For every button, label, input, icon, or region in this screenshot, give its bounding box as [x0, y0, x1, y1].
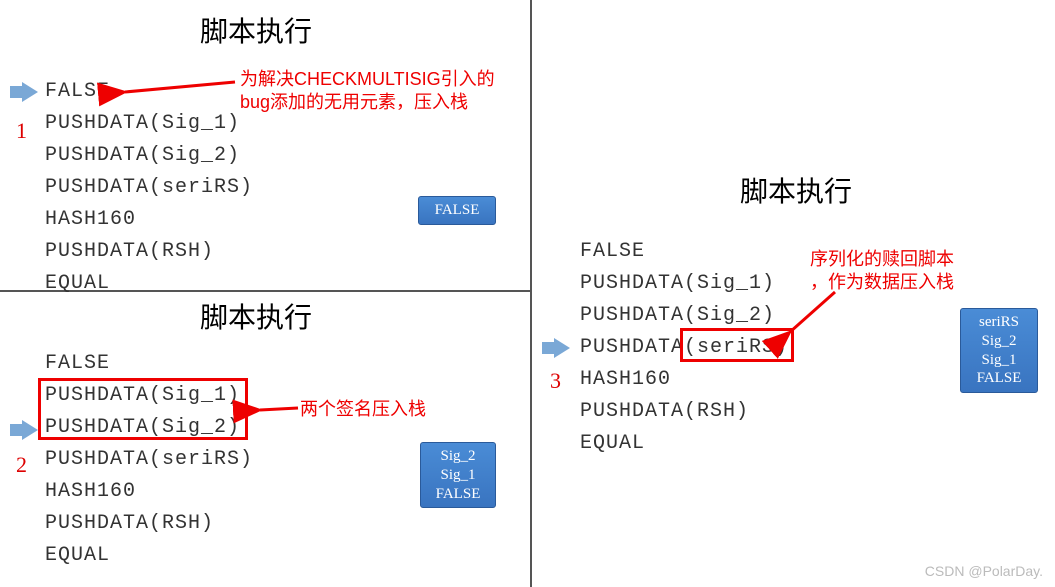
p1-line-equal: EQUAL [45, 272, 110, 295]
step-number-1: 1 [16, 118, 27, 144]
panel2-title: 脚本执行 [200, 296, 312, 336]
p3-line-sig2: PUSHDATA(Sig_2) [580, 304, 775, 327]
vertical-divider [530, 0, 532, 587]
p1-line-serirs: PUSHDATA(seriRS) [45, 176, 253, 199]
stack-1: FALSE [418, 196, 496, 225]
stack-3-item-0: seriRS [969, 313, 1029, 332]
p1-line-rsh: PUSHDATA(RSH) [45, 240, 214, 263]
p3-line-false: FALSE [580, 240, 645, 263]
p1-line-hash160: HASH160 [45, 208, 136, 231]
stack-2: Sig_2 Sig_1 FALSE [420, 442, 496, 508]
watermark: CSDN @PolarDay. [925, 563, 1043, 579]
stack-2-item-1: Sig_1 [429, 466, 487, 485]
redbox-3 [680, 328, 794, 362]
p1-line-sig1: PUSHDATA(Sig_1) [45, 112, 240, 135]
p2-line-serirs: PUSHDATA(seriRS) [45, 448, 253, 471]
arrow-2 [250, 398, 300, 418]
step-number-3: 3 [550, 368, 561, 394]
annotation-1-line2: bug添加的无用元素，压入栈 [240, 92, 468, 112]
p2-line-false: FALSE [45, 352, 110, 375]
p3-line-equal: EQUAL [580, 432, 645, 455]
p2-line-hash160: HASH160 [45, 480, 136, 503]
diagram-page: 脚本执行 1 FALSE PUSHDATA(Sig_1) PUSHDATA(Si… [0, 0, 1055, 587]
stack-3-item-1: Sig_2 [969, 332, 1029, 351]
panel3-title: 脚本执行 [740, 170, 852, 210]
panel1-title: 脚本执行 [200, 10, 312, 50]
p3-line-rsh: PUSHDATA(RSH) [580, 400, 749, 423]
step-number-2: 2 [16, 452, 27, 478]
p1-line-sig2: PUSHDATA(Sig_2) [45, 144, 240, 167]
p3-line-serirs-a: PUSHDATA [580, 336, 684, 359]
annotation-3: 序列化的赎回脚本 ，作为数据压入栈 [810, 248, 954, 295]
pointer-2 [10, 420, 38, 440]
p3-line-sig1: PUSHDATA(Sig_1) [580, 272, 775, 295]
stack-2-item-0: Sig_2 [429, 447, 487, 466]
arrow-3 [780, 290, 840, 340]
arrow-1 [115, 80, 235, 105]
annotation-1: 为解决CHECKMULTISIG引入的 bug添加的无用元素，压入栈 [240, 68, 495, 115]
p1-line-false: FALSE [45, 80, 110, 103]
stack-3-item-3: FALSE [969, 369, 1029, 388]
stack-3-item-2: Sig_1 [969, 351, 1029, 370]
annotation-3-line1: 序列化的赎回脚本 [810, 249, 954, 269]
redbox-2 [38, 378, 248, 440]
pointer-3 [542, 338, 570, 358]
annotation-2: 两个签名压入栈 [300, 398, 426, 421]
stack-3: seriRS Sig_2 Sig_1 FALSE [960, 308, 1038, 393]
pointer-1 [10, 82, 38, 102]
stack-1-item: FALSE [427, 201, 487, 220]
annotation-1-line1: 为解决CHECKMULTISIG引入的 [240, 69, 495, 89]
p2-line-rsh: PUSHDATA(RSH) [45, 512, 214, 535]
stack-2-item-2: FALSE [429, 485, 487, 504]
p3-line-hash160: HASH160 [580, 368, 671, 391]
p2-line-equal: EQUAL [45, 544, 110, 567]
